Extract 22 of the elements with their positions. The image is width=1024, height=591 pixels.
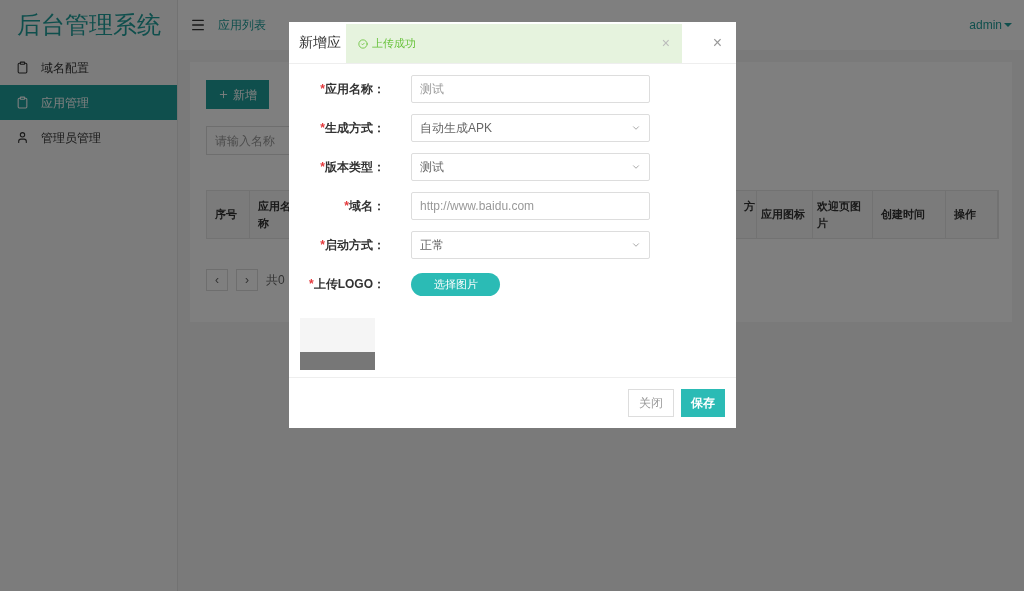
column-header: 操作 [946,191,998,238]
column-header: 应用图标 [757,191,813,238]
toast-message: 上传成功 [372,36,416,52]
required-asterisk: * [320,81,325,98]
required-asterisk: * [309,276,314,293]
field-label: 启动方式： [325,237,385,254]
field-label: 域名： [349,198,385,215]
field-label: 生成方式： [325,120,385,137]
field-label: 上传LOGO： [313,276,385,293]
required-asterisk: * [320,237,325,254]
column-header: 创建时间 [873,191,946,238]
page-count: 共0 [266,272,285,289]
dialog-title: 新增应 [299,33,341,52]
field-label: 版本类型： [325,159,385,176]
page-title: 应用列表 [218,17,266,34]
column-header: 序号 [207,191,250,238]
field-label: 应用名称： [325,81,385,98]
app-title: 后台管理系统 [16,10,161,40]
column-header: 欢迎页图片 [813,191,873,238]
required-asterisk: * [320,159,325,176]
required-asterisk: * [344,198,349,215]
required-asterisk: * [320,120,325,137]
